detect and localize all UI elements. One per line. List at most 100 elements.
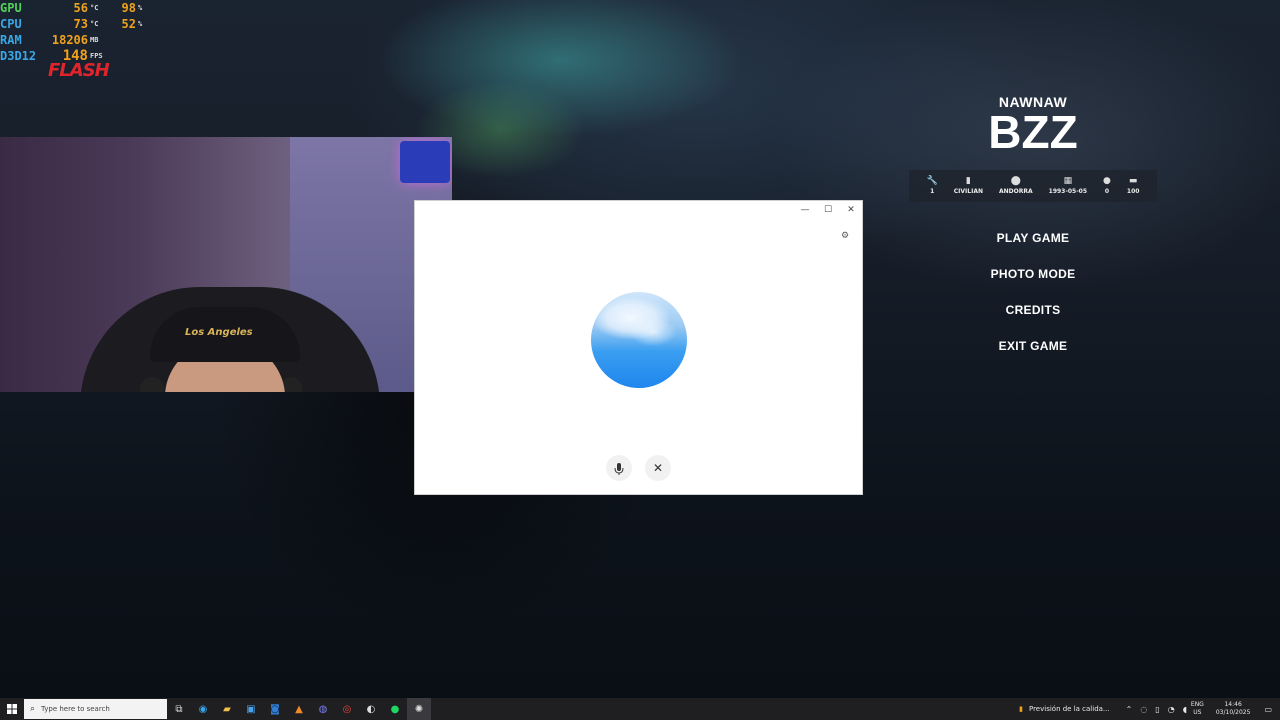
outlook-button[interactable]: ◙	[263, 698, 287, 720]
cpu-label: CPU	[0, 17, 22, 31]
cpu-load-unit: %	[138, 20, 143, 28]
ram-value: 18206	[51, 33, 88, 47]
credits-button[interactable]: CREDITS	[909, 292, 1157, 328]
exit-game-button[interactable]: EXIT GAME	[909, 328, 1157, 364]
stats-bar: 🔧 1 ▮ CIVILIAN ⬤ ANDORRA ▦ 1993-05-05 ● …	[909, 170, 1157, 202]
volume-icon[interactable]: ◖	[1183, 705, 1187, 714]
stat-job-text: CIVILIAN	[953, 188, 984, 195]
gpu-temp: 56	[73, 1, 88, 15]
flash-brand-logo: FLASH	[48, 60, 110, 81]
cpu-temp-unit: °C	[90, 20, 99, 28]
calendar-icon: ▦	[1063, 176, 1073, 186]
close-button[interactable]: ✕	[841, 203, 861, 217]
id-icon: ▮	[965, 176, 971, 186]
microphone-icon	[614, 462, 624, 475]
tray-app-icon[interactable]: ◌	[1140, 705, 1147, 714]
search-placeholder: Type here to search	[41, 705, 110, 713]
menu-items: PLAY GAME PHOTO MODE CREDITS EXIT GAME	[909, 220, 1157, 364]
search-icon: ⌕	[30, 704, 36, 714]
mic-tray-icon[interactable]: ▯	[1155, 705, 1159, 714]
chrome-icon: ◎	[342, 703, 352, 715]
stat-location: ⬤ ANDORRA	[991, 176, 1041, 196]
webcam-feed: Los Angeles	[0, 137, 452, 392]
task-view-button[interactable]: ⧉	[167, 698, 191, 720]
stat-cash-text: 0	[1104, 188, 1110, 195]
play-game-button[interactable]: PLAY GAME	[909, 220, 1157, 256]
system-tray: ▮ Previsión de la calida... ⌃ ◌ ▯ ◔ ◖ EN…	[1019, 698, 1280, 720]
microphone-button[interactable]	[606, 455, 632, 481]
chatgpt-icon: ✺	[414, 703, 424, 715]
stat-birthdate-text: 1993-05-05	[1048, 188, 1088, 195]
taskbar-search[interactable]: ⌕ Type here to search	[24, 699, 167, 719]
lang-region: US	[1193, 709, 1202, 716]
chevron-up-icon[interactable]: ⌃	[1126, 705, 1133, 714]
explorer-button[interactable]: ▰	[215, 698, 239, 720]
clock-date: 03/10/2025	[1215, 709, 1251, 716]
stat-birthdate: ▦ 1993-05-05	[1041, 176, 1095, 196]
settings-icon[interactable]: ⚙	[841, 231, 849, 241]
chatgpt-button[interactable]: ✺	[407, 698, 431, 720]
weather-widget[interactable]: ▮ Previsión de la calida...	[1019, 705, 1109, 713]
coin-icon: ●	[1103, 176, 1111, 186]
app-orange-button[interactable]: ▲	[287, 698, 311, 720]
language-indicator[interactable]: ENG US	[1191, 701, 1204, 717]
chrome-button[interactable]: ◎	[335, 698, 359, 720]
cap-logo: Los Angeles	[185, 327, 253, 338]
edge-button[interactable]: ◉	[191, 698, 215, 720]
wrench-icon: 🔧	[926, 176, 938, 186]
store-icon: ▣	[246, 703, 256, 715]
taskbar: ⌕ Type here to search ⧉ ◉ ▰ ▣ ◙ ▲ ◍ ◎ ◐ …	[0, 698, 1280, 720]
api-label: D3D12	[0, 49, 37, 63]
spotify-button[interactable]: ●	[383, 698, 407, 720]
ram-label: RAM	[0, 33, 22, 47]
gpu-row: GPU 56 °C 98 %	[0, 0, 148, 16]
lang-code: ENG	[1190, 701, 1204, 708]
discord-icon: ◍	[318, 703, 328, 715]
stat-bank-text: 100	[1126, 188, 1140, 195]
cpu-temp: 73	[73, 17, 88, 31]
clock[interactable]: 14:46 03/10/2025	[1216, 701, 1251, 717]
cpu-row: CPU 73 °C 52 %	[0, 16, 148, 32]
edge-icon: ◉	[198, 703, 208, 715]
dismiss-button[interactable]: ✕	[645, 455, 671, 481]
start-button[interactable]	[0, 698, 24, 720]
assistant-window[interactable]: — ☐ ✕ ⚙ ✕	[415, 201, 862, 494]
photo-mode-button[interactable]: PHOTO MODE	[909, 256, 1157, 292]
notification-icon[interactable]: ▭	[1264, 705, 1272, 714]
store-button[interactable]: ▣	[239, 698, 263, 720]
stat-job: ▮ CIVILIAN	[946, 176, 991, 196]
weather-text: Previsión de la calida...	[1028, 705, 1110, 713]
minimize-button[interactable]: —	[795, 203, 815, 217]
obs-button[interactable]: ◐	[359, 698, 383, 720]
outlook-icon: ◙	[270, 703, 280, 715]
game-menu: NAWNAW BZZ 🔧 1 ▮ CIVILIAN ⬤ ANDORRA ▦ 19…	[909, 90, 1157, 364]
card-icon: ▬	[1128, 176, 1138, 186]
gpu-temp-unit: °C	[90, 4, 99, 12]
gpu-load-unit: %	[138, 4, 143, 12]
stat-level: 🔧 1	[919, 176, 946, 196]
gpu-label: GPU	[0, 1, 22, 15]
stat-level-text: 1	[930, 188, 935, 195]
character-title: BZZ	[988, 106, 1078, 158]
windows-icon	[7, 704, 17, 714]
weather-icon: ▮	[1019, 705, 1023, 713]
network-icon[interactable]: ◔	[1168, 705, 1175, 714]
location-icon: ⬤	[1010, 176, 1021, 186]
maximize-button[interactable]: ☐	[818, 203, 838, 217]
cpu-load: 52	[121, 17, 136, 31]
folder-icon: ▰	[223, 703, 231, 715]
clock-time: 14:46	[1224, 701, 1242, 708]
stat-location-text: ANDORRA	[999, 188, 1033, 195]
stat-bank: ▬ 100	[1119, 176, 1148, 196]
orange-app-icon: ▲	[295, 703, 303, 715]
spotify-icon: ●	[390, 703, 400, 715]
hardware-overlay: GPU 56 °C 98 % CPU 73 °C 52 % RAM 18206 …	[0, 0, 148, 64]
gpu-load: 98	[121, 1, 136, 15]
stat-cash: ● 0	[1095, 176, 1119, 196]
neon-sign	[400, 141, 450, 183]
discord-button[interactable]: ◍	[311, 698, 335, 720]
ram-unit: MB	[90, 36, 99, 44]
obs-icon: ◐	[366, 703, 376, 715]
assistant-orb	[591, 292, 687, 388]
ram-row: RAM 18206 MB	[0, 32, 148, 48]
